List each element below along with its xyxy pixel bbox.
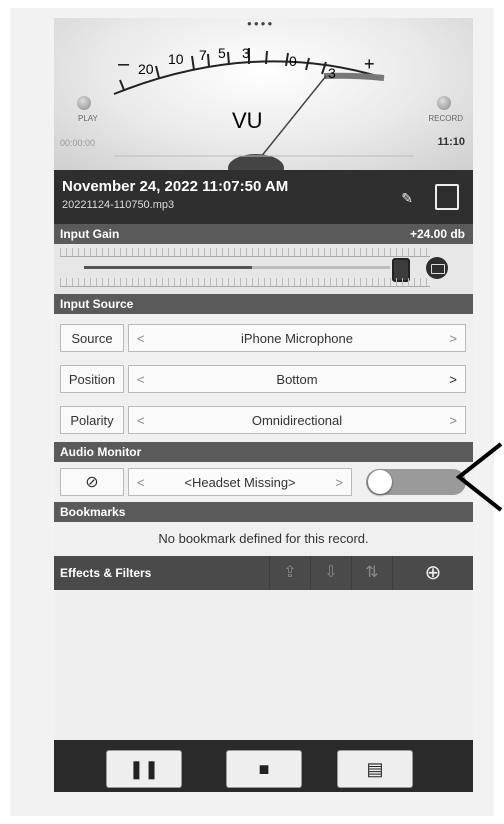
vu-meter: ●●●● – 20 10 7 5 3 0 3 + VU PLAY 00:00:0… (54, 18, 473, 172)
position-value: Bottom (276, 372, 318, 387)
gain-slider-track[interactable] (84, 266, 390, 269)
callout-arrow-shape (455, 442, 503, 512)
input-gain-panel (54, 244, 473, 294)
vu-tick-label: 7 (199, 47, 207, 63)
gain-ruler-top (60, 248, 430, 257)
vu-tick-label: 5 (218, 45, 226, 61)
no-bookmark-message: No bookmark defined for this record. (158, 531, 369, 546)
vu-needle (255, 75, 327, 164)
polarity-label: Polarity (60, 406, 124, 434)
import-effects-icon[interactable]: ⇩ (310, 556, 351, 590)
phone-screen: ●●●● – 20 10 7 5 3 0 3 + VU PLAY 00:00:0… (54, 18, 473, 792)
polarity-row[interactable]: Polarity < Omnidirectional > (60, 406, 466, 434)
notes-button[interactable]: ▤ (337, 750, 413, 788)
monitor-prev-icon[interactable]: < (137, 469, 145, 497)
position-next-icon[interactable]: > (449, 366, 457, 394)
add-effect-icon[interactable]: ⊕ (392, 556, 473, 590)
save-record-icon[interactable] (435, 184, 459, 210)
source-value: iPhone Microphone (240, 331, 354, 346)
elapsed-time: 00:00:00 (60, 138, 96, 148)
source-label: Source (60, 324, 124, 352)
vu-tick-label: 0 (289, 53, 297, 69)
effects-filters-bar: Effects & Filters ⇪ ⇩ ⇅ ⊕ (54, 556, 473, 590)
play-indicator-icon (77, 96, 91, 110)
vu-plus: + (364, 54, 375, 74)
gain-ruler-bottom (60, 278, 430, 287)
record-indicator-icon (437, 96, 451, 110)
edit-pencil-icon[interactable]: ✎ (401, 190, 413, 207)
gain-slider-fill (84, 266, 253, 269)
callout-arrow-icon (455, 442, 503, 512)
source-row[interactable]: Source < iPhone Microphone > (60, 324, 466, 352)
polarity-selector[interactable]: < Omnidirectional > (128, 406, 466, 434)
position-row[interactable]: Position < Bottom > (60, 365, 466, 393)
monitor-disabled-icon: ⊘ (60, 468, 124, 496)
record-label: RECORD (428, 114, 463, 123)
sort-effects-icon[interactable]: ⇅ (351, 556, 392, 590)
input-gain-label: Input Gain (60, 227, 120, 241)
record-header: November 24, 2022 11:07:50 AM 20221124-1… (54, 170, 473, 224)
monitor-next-icon[interactable]: > (335, 469, 343, 497)
vu-scale: – 20 10 7 5 3 0 3 + VU (113, 45, 414, 170)
monitor-output-selector[interactable]: < <Headset Missing> > (128, 468, 352, 496)
transport-bar: ❚❚ ■ ▤ (54, 740, 473, 792)
position-label: Position (60, 365, 124, 393)
polarity-value: Omnidirectional (251, 413, 343, 428)
toggle-knob (368, 470, 392, 494)
polarity-next-icon[interactable]: > (449, 407, 457, 435)
monitor-output-value: <Headset Missing> (184, 475, 296, 490)
audio-monitor-toggle[interactable] (366, 469, 466, 495)
audio-monitor-panel: ⊘ < <Headset Missing> > (54, 462, 473, 502)
record-title: November 24, 2022 11:07:50 AM (62, 178, 289, 195)
record-time: 11:10 (437, 136, 465, 148)
effects-list-area (54, 590, 473, 740)
source-prev-icon[interactable]: < (137, 325, 145, 353)
pause-button[interactable]: ❚❚ (106, 750, 182, 788)
export-effects-icon[interactable]: ⇪ (269, 556, 310, 590)
effects-filters-label: Effects & Filters (60, 566, 152, 580)
audio-monitor-row[interactable]: ⊘ < <Headset Missing> > (60, 468, 466, 496)
vu-tick-label: 3 (328, 65, 336, 81)
play-label: PLAY (78, 114, 98, 123)
bookmarks-panel: No bookmark defined for this record. (54, 522, 473, 556)
stop-button[interactable]: ■ (226, 750, 302, 788)
vu-tick-label: 10 (168, 51, 184, 67)
input-gain-value: +24.00 db (409, 227, 465, 241)
input-source-header: Input Source (54, 294, 473, 314)
keyboard-entry-icon[interactable] (426, 257, 448, 279)
audio-monitor-header: Audio Monitor (54, 442, 473, 462)
source-next-icon[interactable]: > (449, 325, 457, 353)
position-prev-icon[interactable]: < (137, 366, 145, 394)
source-selector[interactable]: < iPhone Microphone > (128, 324, 466, 352)
polarity-prev-icon[interactable]: < (137, 407, 145, 435)
bookmarks-header: Bookmarks (54, 502, 473, 522)
position-selector[interactable]: < Bottom > (128, 365, 466, 393)
vu-tick-label: 3 (242, 45, 250, 61)
vu-tick-label: 20 (138, 61, 154, 77)
vu-label: VU (232, 108, 263, 133)
input-gain-header: Input Gain +24.00 db (54, 224, 473, 244)
record-filename: 20221124-110750.mp3 (62, 199, 175, 211)
vu-minus: – (118, 53, 130, 75)
input-source-panel: Source < iPhone Microphone > Position < … (54, 314, 473, 442)
